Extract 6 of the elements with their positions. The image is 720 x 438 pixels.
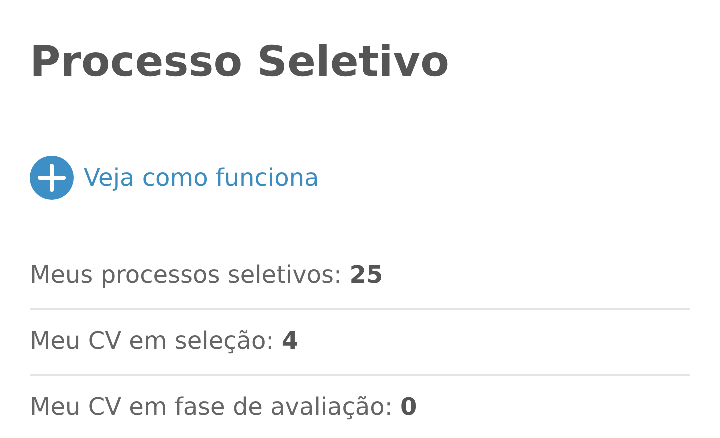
plus-icon [30,156,74,200]
page-title: Processo Seletivo [30,36,451,88]
how-it-works-link[interactable]: Veja como funciona [30,156,320,200]
stat-text: Meu CV em fase de avaliação: 0 [30,393,418,421]
stat-text: Meus processos seletivos: 25 [30,261,384,289]
stat-text: Meu CV em seleção: 4 [30,327,299,355]
